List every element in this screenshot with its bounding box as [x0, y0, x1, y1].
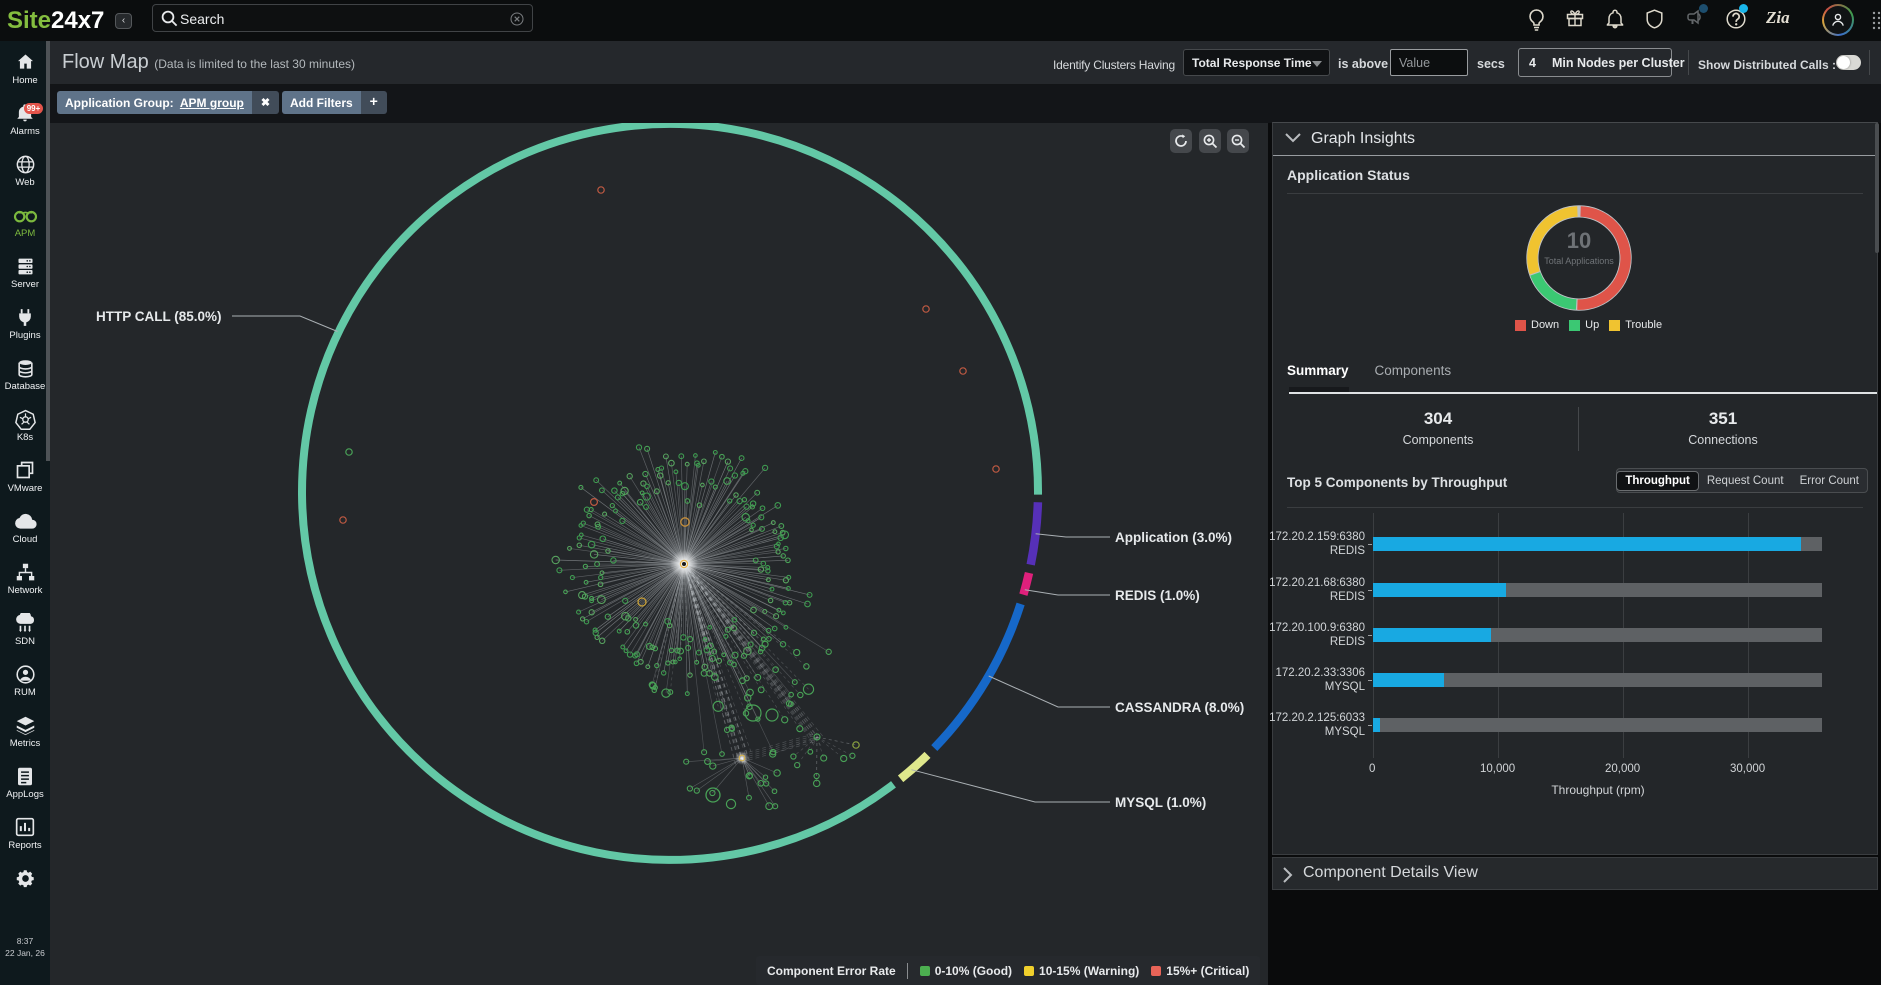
svg-text:Application (3.0%): Application (3.0%) [1115, 530, 1232, 545]
svg-text:10: 10 [1567, 228, 1591, 253]
svg-text:Total Applications: Total Applications [1544, 256, 1614, 266]
svg-text:CASSANDRA (8.0%): CASSANDRA (8.0%) [1115, 700, 1244, 715]
svg-text:MYSQL (1.0%): MYSQL (1.0%) [1115, 795, 1206, 810]
svg-text:REDIS (1.0%): REDIS (1.0%) [1115, 588, 1200, 603]
svg-text:HTTP CALL (85.0%): HTTP CALL (85.0%) [96, 309, 222, 324]
